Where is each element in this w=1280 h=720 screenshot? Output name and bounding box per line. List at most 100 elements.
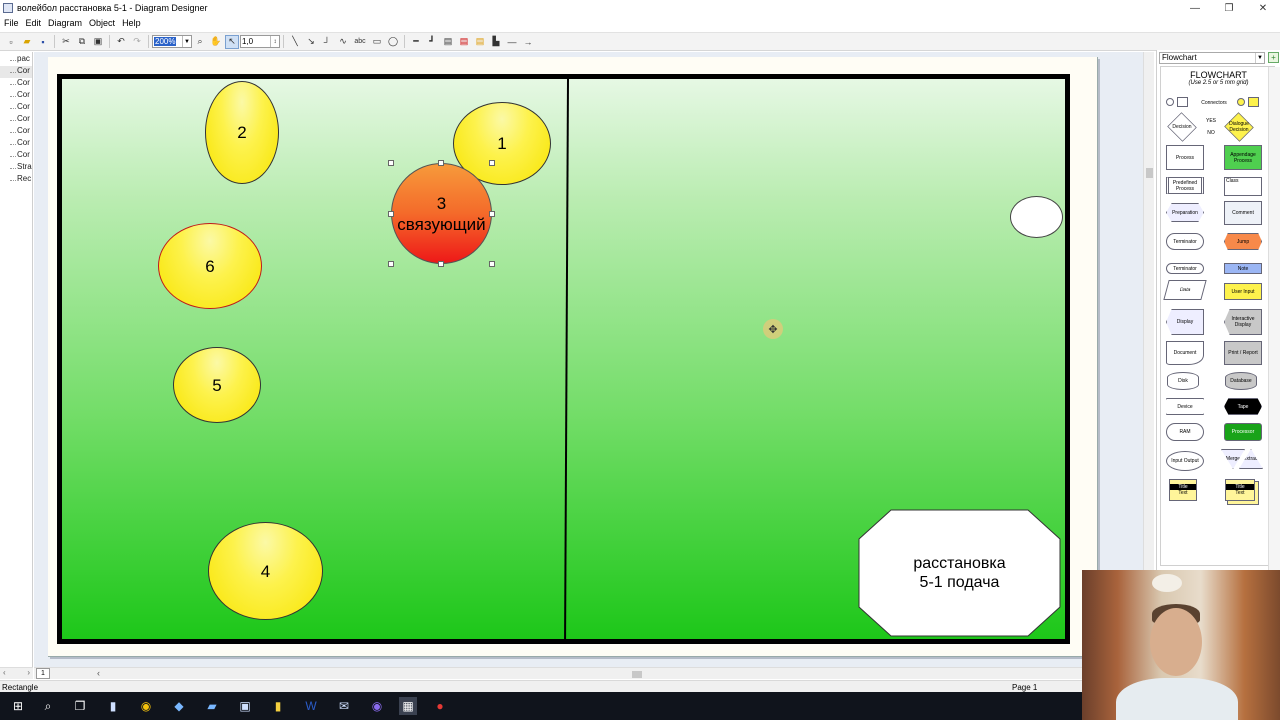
gradient-icon[interactable]: ▤ [473, 35, 487, 49]
scroll-left-icon[interactable]: ‹ [3, 668, 6, 679]
print-report-shape[interactable]: Print / Report [1224, 341, 1262, 365]
appendage-process-shape[interactable]: Appendage Process [1224, 145, 1262, 170]
scroll-right-icon[interactable]: › [27, 668, 30, 679]
connector-circle-shape[interactable] [1166, 98, 1174, 106]
selection-handle[interactable] [489, 160, 495, 166]
record-icon[interactable]: ● [431, 697, 449, 715]
ellipse-tool-icon[interactable]: ◯ [386, 35, 400, 49]
selection-handle[interactable] [438, 261, 444, 267]
tree-item[interactable]: Stra [0, 162, 32, 174]
mail-icon[interactable]: ✉ [335, 697, 353, 715]
tree-item[interactable]: Cor [0, 150, 32, 162]
net-line[interactable] [564, 79, 569, 639]
page-tab[interactable]: 1 [36, 668, 50, 679]
rectangle-tool-icon[interactable]: ▭ [370, 35, 384, 49]
viber-icon[interactable]: ◉ [368, 697, 386, 715]
palette-scrollbar[interactable] [1268, 67, 1280, 570]
menu-object[interactable]: Object [85, 18, 118, 28]
tree-item[interactable]: Rec [0, 174, 32, 186]
app-icon[interactable]: ▰ [203, 697, 221, 715]
interactive-display-shape[interactable]: Interactive Display [1224, 309, 1262, 335]
file-icon[interactable]: ▮ [104, 697, 122, 715]
tree-item[interactable]: Cor [0, 78, 32, 90]
curve-tool-icon[interactable]: ∿ [336, 35, 350, 49]
input-output-shape[interactable]: Input Output [1166, 451, 1204, 471]
elbow-line-tool-icon[interactable]: ┘ [320, 35, 334, 49]
selection-handle[interactable] [388, 160, 394, 166]
zoom-select[interactable]: 200% ▼ [152, 35, 192, 48]
player-4[interactable]: 4 [208, 522, 323, 620]
stacked-title-text-shape[interactable]: Title Text [1225, 479, 1255, 501]
selection-handle[interactable] [438, 160, 444, 166]
connector-yellow-circle-shape[interactable] [1237, 98, 1245, 106]
document-shape[interactable]: Document [1166, 341, 1204, 365]
selection-handle[interactable] [489, 211, 495, 217]
ball[interactable] [1010, 196, 1063, 238]
horizontal-scrollbar[interactable] [34, 667, 1143, 679]
cut-icon[interactable]: ✂ [59, 35, 73, 49]
disk-shape[interactable]: Disk [1167, 372, 1199, 390]
processor-shape[interactable]: Processor [1224, 423, 1262, 441]
font-color-icon[interactable]: ▙ [489, 35, 503, 49]
tree-item[interactable]: рас [0, 54, 32, 66]
scrollbar-thumb[interactable] [632, 671, 642, 678]
tree-item[interactable]: Cor [0, 138, 32, 150]
search-icon[interactable]: ⌕ [39, 697, 57, 715]
text-tool-icon[interactable]: abc [352, 35, 368, 49]
save-icon[interactable]: ▪ [36, 35, 50, 49]
menu-edit[interactable]: Edit [22, 18, 45, 28]
chevron-down-icon[interactable]: ▼ [1255, 53, 1264, 63]
palette-add-icon[interactable]: + [1268, 52, 1279, 63]
player-6[interactable]: 6 [158, 223, 262, 309]
arrow-line-tool-icon[interactable]: ↘ [304, 35, 318, 49]
line-tool-icon[interactable]: ╲ [288, 35, 302, 49]
chrome-icon[interactable]: ◉ [137, 697, 155, 715]
fill-color-icon[interactable]: ▤ [441, 35, 455, 49]
task-view-icon[interactable]: ❐ [71, 697, 89, 715]
tree-item-selected[interactable]: Cor [0, 66, 32, 78]
app-icon[interactable]: ◆ [170, 697, 188, 715]
selection-handle[interactable] [388, 211, 394, 217]
terminator-small-shape[interactable]: Terminator [1166, 263, 1204, 274]
tree-item[interactable]: Cor [0, 114, 32, 126]
volleyball-court[interactable]: 2 1 3 связующий 6 5 4 расстановка 5-1 по… [57, 74, 1070, 644]
scrollbar-thumb[interactable] [1146, 168, 1153, 178]
zoom-icon[interactable]: ⌕ [193, 35, 207, 49]
spinner-icon[interactable]: ↕ [270, 36, 279, 47]
tree-scrollbar[interactable]: ‹ › [0, 667, 33, 679]
player-5[interactable]: 5 [173, 347, 261, 423]
scroll-left-icon[interactable]: ‹ [97, 668, 100, 678]
selection-handle[interactable] [489, 261, 495, 267]
notes-icon[interactable]: ▮ [269, 697, 287, 715]
ram-shape[interactable]: RAM [1166, 423, 1204, 441]
connector-yellow-shield-shape[interactable] [1248, 97, 1259, 107]
line-style-icon[interactable]: ━ [409, 35, 423, 49]
minimize-button[interactable]: — [1178, 0, 1212, 16]
player-2[interactable]: 2 [205, 81, 279, 184]
dash-style-icon[interactable]: — [505, 35, 519, 49]
jump-shape[interactable]: Jump [1224, 233, 1262, 250]
undo-icon[interactable]: ↶ [114, 35, 128, 49]
menu-help[interactable]: Help [118, 18, 144, 28]
terminator-shape[interactable]: Terminator [1166, 233, 1204, 250]
line-width-input[interactable]: 1,0 ↕ [240, 35, 280, 48]
select-pointer-icon[interactable]: ↖ [225, 34, 239, 49]
predefined-process-shape[interactable]: Predefined Process [1166, 177, 1204, 194]
comment-shape[interactable]: Comment [1224, 201, 1262, 225]
connector-shield-shape[interactable] [1177, 97, 1188, 107]
tree-item[interactable]: Cor [0, 90, 32, 102]
tree-item[interactable]: Cor [0, 126, 32, 138]
title-text-shape[interactable]: Title Text [1169, 479, 1197, 501]
tree-item[interactable]: Cor [0, 102, 32, 114]
player-3-setter[interactable]: 3 связующий [391, 163, 492, 264]
maximize-button[interactable]: ❐ [1212, 0, 1246, 16]
class-shape[interactable]: Class [1224, 177, 1262, 196]
copy-icon[interactable]: ⧉ [75, 35, 89, 49]
chevron-down-icon[interactable]: ▼ [182, 36, 191, 47]
diagram-designer-icon[interactable]: ▦ [399, 697, 417, 715]
line-end-icon[interactable]: ┛ [425, 35, 439, 49]
line-color-icon[interactable]: ▤ [457, 35, 471, 49]
selection-handle[interactable] [388, 261, 394, 267]
new-file-icon[interactable]: ▫ [4, 35, 18, 49]
process-shape[interactable]: Process [1166, 145, 1204, 170]
